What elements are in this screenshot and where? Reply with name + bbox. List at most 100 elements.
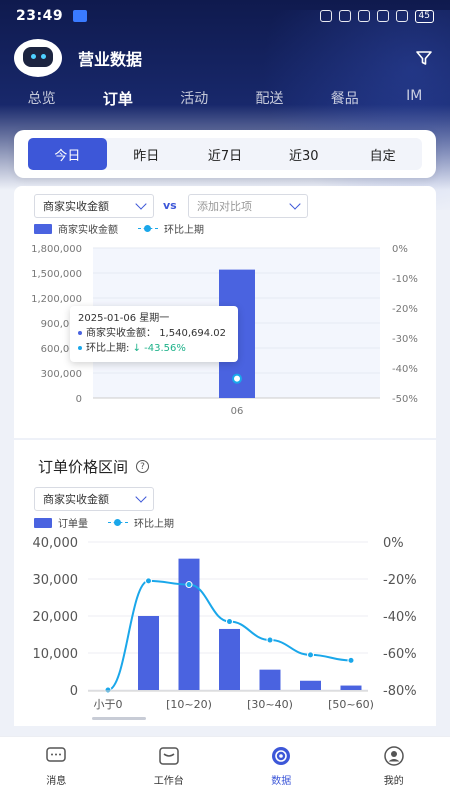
y-right-tick-label: -20%	[383, 573, 417, 588]
date-option-0[interactable]: 今日	[28, 138, 107, 170]
price-legend: 订单量 环比上期	[34, 515, 174, 530]
line-point	[145, 577, 152, 585]
y-right-tick-label: 0%	[383, 536, 404, 551]
price-range-chart[interactable]: 0 10,000 20,000 30,000 40,000 0% -20% -40% -60% -…	[0, 530, 450, 720]
line-point	[104, 686, 112, 694]
bar-order-count	[219, 628, 240, 690]
date-option-2[interactable]: 近7日	[186, 138, 265, 170]
legend-line-label: 环比上期	[134, 519, 174, 530]
line-point	[226, 618, 233, 626]
y-tick-label: 300,000	[41, 369, 82, 380]
tab-0[interactable]: 总览	[22, 84, 62, 112]
bluetooth-icon	[357, 10, 370, 22]
date-range-card: 今日 昨日 近7日 近30 自定	[14, 130, 436, 178]
vs-label: vs	[163, 199, 177, 212]
bottom-nav: 消息 工作台 数据 我的	[0, 736, 450, 800]
robot-eye-icon	[41, 54, 46, 59]
battery-icon: 45	[414, 9, 434, 23]
nav-label: 我的	[383, 776, 404, 787]
top-bar: 营业数据	[0, 36, 450, 80]
y-right-tick-label: 0%	[392, 244, 408, 255]
date-option-1[interactable]: 昨日	[107, 138, 186, 170]
y-right-tick-label: -60%	[383, 647, 417, 662]
y-right-tick-label: -40%	[383, 610, 417, 625]
page-title: 营业数据	[78, 50, 143, 69]
arrow-down-icon: ↓	[132, 343, 141, 354]
line-point	[347, 656, 355, 664]
tab-5[interactable]: IM	[400, 84, 428, 112]
line-point	[185, 581, 193, 589]
metric-select-value: 商家实收金额	[43, 200, 109, 213]
legend-bar-label: 订单量	[58, 519, 88, 530]
y-tick-label: 20,000	[33, 610, 79, 625]
mute-icon	[338, 10, 351, 22]
bar-order-count	[259, 669, 281, 690]
tooltip-metric-value: 1,540,694.02	[159, 328, 226, 339]
section-title: 订单价格区间	[38, 458, 129, 476]
date-range-selector: 今日 昨日 近7日 近30 自定	[28, 138, 422, 170]
bar-order-count	[178, 558, 200, 690]
y-tick-label: 1,800,000	[31, 244, 82, 255]
profile-icon	[382, 745, 406, 767]
x-tick-label: 06	[231, 406, 244, 417]
robot-face-icon	[23, 47, 53, 67]
help-icon[interactable]: ?	[136, 460, 150, 473]
legend-bar-swatch	[34, 517, 52, 528]
alarm-icon	[319, 10, 332, 22]
x-tick-label: 小于0	[94, 698, 123, 711]
line-point	[232, 373, 242, 384]
app-logo[interactable]	[14, 39, 62, 77]
bar-order-count	[138, 616, 159, 690]
y-right-tick-label: -40%	[392, 364, 418, 375]
metric-select[interactable]: 商家实收金额	[34, 194, 154, 218]
chevron-down-icon	[135, 491, 147, 503]
chart-tooltip: 2025-01-06 星期一 商家实收金额： 1,540,694.02 环比上期…	[70, 306, 238, 362]
tab-2[interactable]: 活动	[174, 84, 214, 112]
tab-1[interactable]: 订单	[97, 84, 139, 112]
chevron-down-icon	[135, 198, 147, 210]
x-tick-label: [30~40)	[247, 698, 293, 711]
price-metric-select[interactable]: 商家实收金额	[34, 487, 154, 511]
tab-3[interactable]: 配送	[250, 84, 290, 112]
date-option-4[interactable]: 自定	[343, 138, 422, 170]
x-tick-label: [50~60)	[328, 698, 374, 711]
tooltip-ratio-label: 环比上期:	[86, 343, 130, 354]
price-metric-select-value: 商家实收金额	[43, 493, 109, 506]
signal-icon	[395, 10, 408, 22]
y-tick-label: 0	[70, 684, 78, 699]
workbench-icon	[157, 745, 181, 767]
y-tick-label: 1,200,000	[31, 294, 82, 305]
y-right-tick-label: -10%	[392, 274, 418, 285]
nav-item-3[interactable]: 我的	[354, 745, 434, 800]
y-tick-label: 30,000	[33, 573, 79, 588]
tab-4[interactable]: 餐品	[325, 84, 365, 112]
nav-item-0[interactable]: 消息	[16, 745, 96, 800]
bar-order-count	[340, 685, 362, 690]
status-bar: 23:49 45	[0, 0, 450, 32]
tooltip-date: 2025-01-06 星期一	[78, 313, 170, 324]
filter-icon	[416, 51, 432, 65]
nav-item-2[interactable]: 数据	[241, 745, 321, 800]
y-right-tick-label: -20%	[392, 304, 418, 315]
nav-item-1[interactable]: 工作台	[129, 745, 209, 800]
line-point	[307, 651, 314, 659]
y-right-tick-label: -80%	[383, 684, 417, 699]
legend-line-swatch	[138, 224, 158, 234]
trend-legend: 商家实收金额 环比上期	[34, 221, 204, 236]
filter-button[interactable]	[412, 46, 436, 70]
tooltip-metric-label: 商家实收金额：	[86, 328, 156, 339]
legend-bar-label: 商家实收金额	[58, 225, 118, 236]
nav-label: 消息	[46, 776, 67, 787]
compare-select-placeholder: 添加对比项	[197, 200, 252, 213]
line-point	[266, 636, 274, 644]
compare-select[interactable]: 添加对比项	[188, 194, 308, 218]
price-range-title-row: 订单价格区间 ?	[38, 456, 150, 477]
robot-eye-icon	[31, 54, 36, 59]
chart-scrollbar[interactable]	[92, 717, 146, 720]
tab-bar: 总览 订单 活动 配送 餐品 IM	[0, 84, 450, 112]
date-option-3[interactable]: 近30	[264, 138, 343, 170]
x-tick-label: [10~20)	[166, 698, 212, 711]
y-tick-label: 1,500,000	[31, 269, 82, 280]
tooltip-line-dot	[78, 346, 82, 350]
legend-line-swatch	[108, 518, 128, 528]
